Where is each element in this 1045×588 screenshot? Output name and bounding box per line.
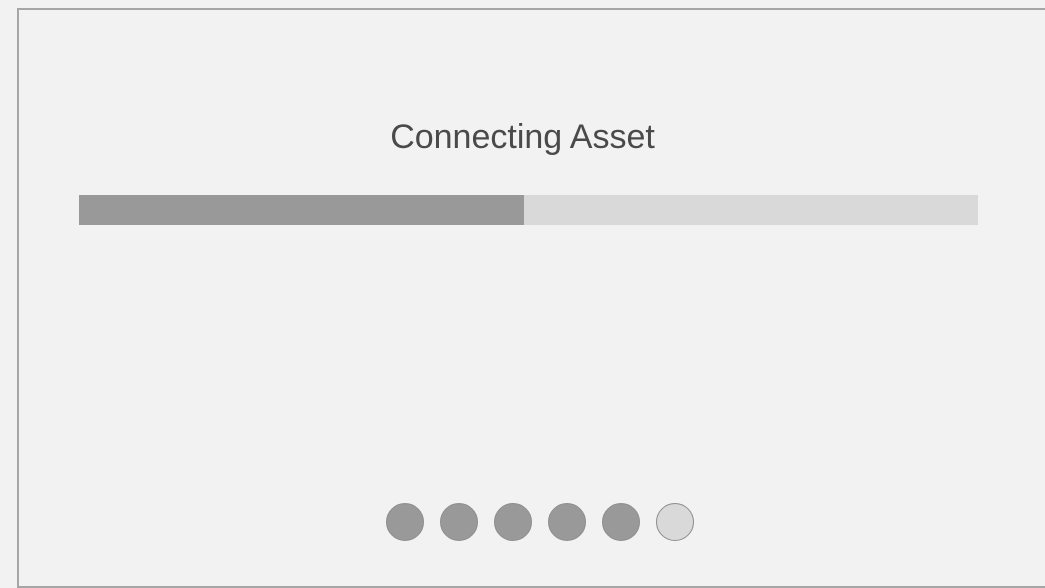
step-dot-complete bbox=[386, 503, 424, 541]
step-dot-complete bbox=[602, 503, 640, 541]
step-indicator bbox=[386, 503, 694, 541]
step-dot-complete bbox=[494, 503, 532, 541]
step-dot-pending bbox=[656, 503, 694, 541]
step-dot-complete bbox=[548, 503, 586, 541]
progress-bar bbox=[79, 195, 978, 225]
progress-bar-fill bbox=[79, 195, 524, 225]
dialog-frame bbox=[17, 8, 1045, 588]
dialog-title: Connecting Asset bbox=[390, 118, 655, 156]
step-dot-complete bbox=[440, 503, 478, 541]
